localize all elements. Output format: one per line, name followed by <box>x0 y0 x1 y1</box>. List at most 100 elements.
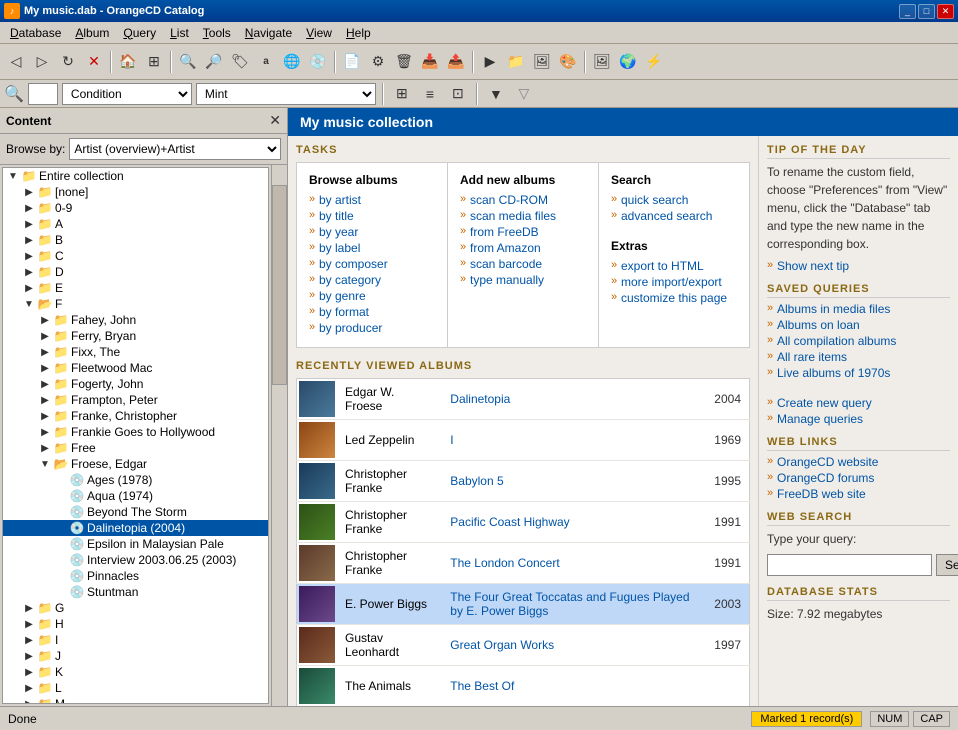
root-expand-icon[interactable]: ▼ <box>5 171 21 182</box>
rv-row-5[interactable]: Christopher Franke The London Concert 19… <box>297 543 750 584</box>
query-on-loan[interactable]: Albums on loan <box>767 318 950 332</box>
task-by-composer[interactable]: by composer <box>309 257 435 271</box>
toolbar-export[interactable]: 📄 <box>340 50 364 74</box>
menu-query[interactable]: Query <box>117 24 162 42</box>
tree-none[interactable]: ▶ 📁 [none] <box>3 184 268 200</box>
toolbar-grid[interactable]: ⊞ <box>142 50 166 74</box>
query-live-1970s[interactable]: Live albums of 1970s <box>767 366 950 380</box>
task-from-amazon[interactable]: from Amazon <box>460 241 586 255</box>
tree-epsilon[interactable]: 💿 Epsilon in Malaysian Pale <box>3 536 268 552</box>
toolbar-amazon[interactable]: a <box>254 50 278 74</box>
web-search-input[interactable] <box>767 554 932 576</box>
toolbar-photo[interactable]: 🖼 <box>530 50 554 74</box>
menu-album[interactable]: Album <box>69 24 115 42</box>
toolbar-settings[interactable]: ⚙ <box>366 50 390 74</box>
menu-navigate[interactable]: Navigate <box>239 24 298 42</box>
toolbar-delete[interactable]: 🗑 <box>392 50 416 74</box>
tree-d[interactable]: ▶ 📁 D <box>3 264 268 280</box>
link-orangecd-forums[interactable]: OrangeCD forums <box>767 471 950 485</box>
toolbar2-filter[interactable]: ▼ <box>484 82 508 106</box>
tree-root[interactable]: ▼ 📁 Entire collection <box>3 168 268 184</box>
tree-interview[interactable]: 💿 Interview 2003.06.25 (2003) <box>3 552 268 568</box>
tree-dalinetopia[interactable]: 💿 Dalinetopia (2004) <box>3 520 268 536</box>
window-controls[interactable]: _ □ ✕ <box>899 4 954 19</box>
toolbar2-view3[interactable]: ⊡ <box>446 82 470 106</box>
query-compilation[interactable]: All compilation albums <box>767 334 950 348</box>
tree-scrollbar-thumb[interactable] <box>272 185 287 385</box>
manage-queries[interactable]: Manage queries <box>767 412 950 426</box>
rv-row-7[interactable]: Gustav Leonhardt Great Organ Works 1997 <box>297 625 750 666</box>
tree-h[interactable]: ▶ 📁 H <box>3 616 268 632</box>
toolbar2-filter2[interactable]: ▽ <box>512 82 536 106</box>
tree-k[interactable]: ▶ 📁 K <box>3 664 268 680</box>
menu-tools[interactable]: Tools <box>197 24 237 42</box>
task-quick-search[interactable]: quick search <box>611 193 737 207</box>
search-button[interactable]: Search <box>936 554 958 576</box>
toolbar-image[interactable]: 🖼 <box>590 50 614 74</box>
tree-ferry[interactable]: ▶ 📁 Ferry, Bryan <box>3 328 268 344</box>
link-orangecd-website[interactable]: OrangeCD website <box>767 455 950 469</box>
toolbar-refresh[interactable]: ↻ <box>56 50 80 74</box>
toolbar-tag[interactable]: 🏷 <box>228 50 252 74</box>
tree-fogerty[interactable]: ▶ 📁 Fogerty, John <box>3 376 268 392</box>
show-next-tip[interactable]: Show next tip <box>767 259 950 273</box>
toolbar-forward[interactable]: ▷ <box>30 50 54 74</box>
tree-ages[interactable]: 💿 Ages (1978) <box>3 472 268 488</box>
tree-m[interactable]: ▶ 📁 M <box>3 696 268 704</box>
task-by-producer[interactable]: by producer <box>309 321 435 335</box>
menu-view[interactable]: View <box>300 24 338 42</box>
tree-beyond[interactable]: 💿 Beyond The Storm <box>3 504 268 520</box>
toolbar-folder[interactable]: 📁 <box>504 50 528 74</box>
rv-row-4[interactable]: Christopher Franke Pacific Coast Highway… <box>297 502 750 543</box>
tree-l[interactable]: ▶ 📁 L <box>3 680 268 696</box>
rv-row-1[interactable]: Edgar W. Froese Dalinetopia 2004 <box>297 379 750 420</box>
task-by-label[interactable]: by label <box>309 241 435 255</box>
rv-row-6[interactable]: E. Power Biggs The Four Great Toccatas a… <box>297 584 750 625</box>
task-by-title[interactable]: by title <box>309 209 435 223</box>
task-more-import[interactable]: more import/export <box>611 275 737 289</box>
toolbar-home[interactable]: 🏠 <box>116 50 140 74</box>
tree-pinnacles[interactable]: 💿 Pinnacles <box>3 568 268 584</box>
query-rare-items[interactable]: All rare items <box>767 350 950 364</box>
left-panel-close[interactable]: ✕ <box>269 112 281 129</box>
task-by-format[interactable]: by format <box>309 305 435 319</box>
rv-row-3[interactable]: Christopher Franke Babylon 5 1995 <box>297 461 750 502</box>
tree-e[interactable]: ▶ 📁 E <box>3 280 268 296</box>
tree-f[interactable]: ▼ 📂 F <box>3 296 268 312</box>
task-advanced-search[interactable]: advanced search <box>611 209 737 223</box>
task-export-html[interactable]: export to HTML <box>611 259 737 273</box>
toolbar-import[interactable]: 📥 <box>418 50 442 74</box>
tree-stuntman[interactable]: 💿 Stuntman <box>3 584 268 600</box>
task-type-manually[interactable]: type manually <box>460 273 586 287</box>
rv-row-8[interactable]: The Animals The Best Of <box>297 666 750 707</box>
condition-select[interactable]: Condition <box>62 83 192 105</box>
tree-froese[interactable]: ▼ 📂 Froese, Edgar <box>3 456 268 472</box>
tree-franke-c[interactable]: ▶ 📁 Franke, Christopher <box>3 408 268 424</box>
toolbar-back[interactable]: ◁ <box>4 50 28 74</box>
create-new-query[interactable]: Create new query <box>767 396 950 410</box>
tree-09[interactable]: ▶ 📁 0-9 <box>3 200 268 216</box>
toolbar-search[interactable]: 🔍 <box>176 50 200 74</box>
maximize-button[interactable]: □ <box>918 4 935 19</box>
rv-row-2[interactable]: Led Zeppelin I 1969 <box>297 420 750 461</box>
tree-b[interactable]: ▶ 📁 B <box>3 232 268 248</box>
query-media-files[interactable]: Albums in media files <box>767 302 950 316</box>
tree-fahey[interactable]: ▶ 📁 Fahey, John <box>3 312 268 328</box>
link-freedb[interactable]: FreeDB web site <box>767 487 950 501</box>
tree-frampton[interactable]: ▶ 📁 Frampton, Peter <box>3 392 268 408</box>
tree-frankie[interactable]: ▶ 📁 Frankie Goes to Hollywood <box>3 424 268 440</box>
tree-fleetwood[interactable]: ▶ 📁 Fleetwood Mac <box>3 360 268 376</box>
tree-i[interactable]: ▶ 📁 I <box>3 632 268 648</box>
browse-by-select[interactable]: Artist (overview)+Artist <box>69 138 281 160</box>
toolbar-export2[interactable]: 📤 <box>444 50 468 74</box>
toolbar2-view2[interactable]: ≡ <box>418 82 442 106</box>
tree-fixx[interactable]: ▶ 📁 Fixx, The <box>3 344 268 360</box>
value-select[interactable]: Mint <box>196 83 376 105</box>
search-field-small[interactable] <box>28 83 58 105</box>
close-button[interactable]: ✕ <box>937 4 954 19</box>
task-scan-cdrom[interactable]: scan CD-ROM <box>460 193 586 207</box>
toolbar-cd[interactable]: 💿 <box>306 50 330 74</box>
toolbar-web2[interactable]: 🌍 <box>616 50 640 74</box>
toolbar-web[interactable]: 🌐 <box>280 50 304 74</box>
menu-database[interactable]: Database <box>4 24 67 42</box>
